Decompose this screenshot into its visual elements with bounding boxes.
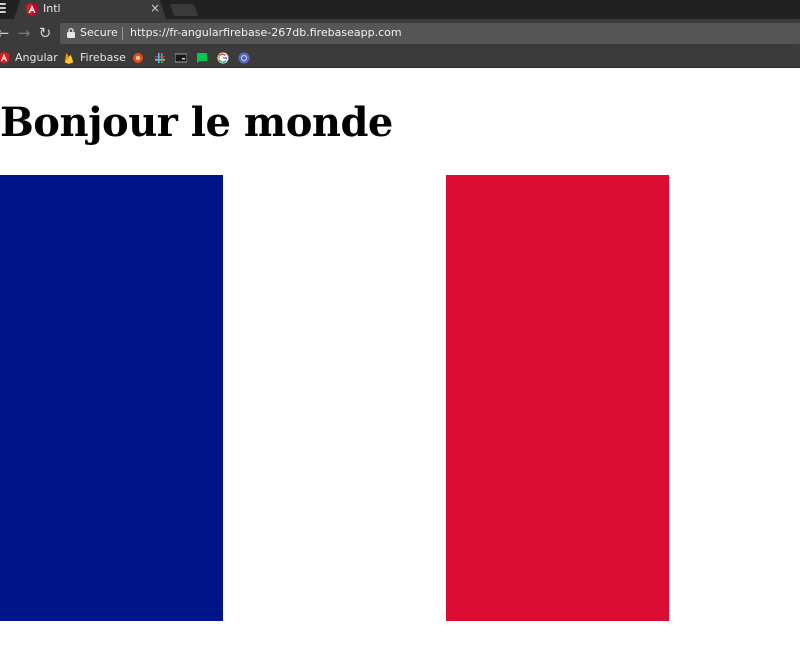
bookmark-extra-6[interactable] xyxy=(238,50,250,65)
flag-stripe-red xyxy=(446,175,669,621)
forward-arrow-icon[interactable]: → xyxy=(15,23,33,43)
reload-icon[interactable]: ↻ xyxy=(36,23,54,43)
menu-icon[interactable] xyxy=(0,3,8,15)
toolbar: ← → ↻ Secure https://fr-angularfirebase-… xyxy=(0,19,800,47)
tab-active[interactable]: Intl × xyxy=(14,0,166,19)
close-tab-icon[interactable]: × xyxy=(150,1,160,15)
divider xyxy=(122,27,123,40)
page-content: Bonjour le monde xyxy=(0,69,800,647)
bookmark-extra-4[interactable] xyxy=(196,50,208,65)
slack-icon xyxy=(155,52,165,63)
lock-icon xyxy=(67,28,75,38)
bookmark-label: Firebase xyxy=(80,51,126,64)
address-bar[interactable]: Secure https://fr-angularfirebase-267db.… xyxy=(60,23,800,44)
secure-label: Secure xyxy=(80,26,118,39)
bookmarks-bar: Angular Firebase xyxy=(0,47,800,68)
bookmark-label: Angular xyxy=(15,51,58,64)
flag-stripe-white xyxy=(223,175,446,621)
terminal-icon xyxy=(175,53,187,62)
bookmark-angular[interactable]: Angular xyxy=(0,50,58,65)
new-tab-button[interactable] xyxy=(169,4,199,16)
bookmark-icon xyxy=(133,52,143,63)
bookmark-extra-2[interactable] xyxy=(154,50,166,65)
bookmark-extra-1[interactable] xyxy=(132,50,144,65)
bookmark-firebase[interactable]: Firebase xyxy=(63,50,126,65)
page-heading: Bonjour le monde xyxy=(0,99,393,146)
chat-icon xyxy=(197,52,207,63)
bookmark-extra-3[interactable] xyxy=(175,50,187,65)
bookmark-extra-5[interactable] xyxy=(217,50,229,65)
angular-icon xyxy=(26,3,38,16)
flag-stripe-blue xyxy=(0,175,223,621)
google-icon xyxy=(217,52,229,63)
url-text[interactable]: https://fr-angularfirebase-267db.firebas… xyxy=(130,26,402,39)
tab-strip: Intl × xyxy=(0,0,800,19)
french-flag xyxy=(0,175,669,621)
angular-icon xyxy=(0,51,10,64)
chromium-icon xyxy=(238,52,250,63)
back-arrow-icon[interactable]: ← xyxy=(0,23,12,43)
firebase-icon xyxy=(64,52,74,64)
tab-title: Intl xyxy=(43,2,61,15)
